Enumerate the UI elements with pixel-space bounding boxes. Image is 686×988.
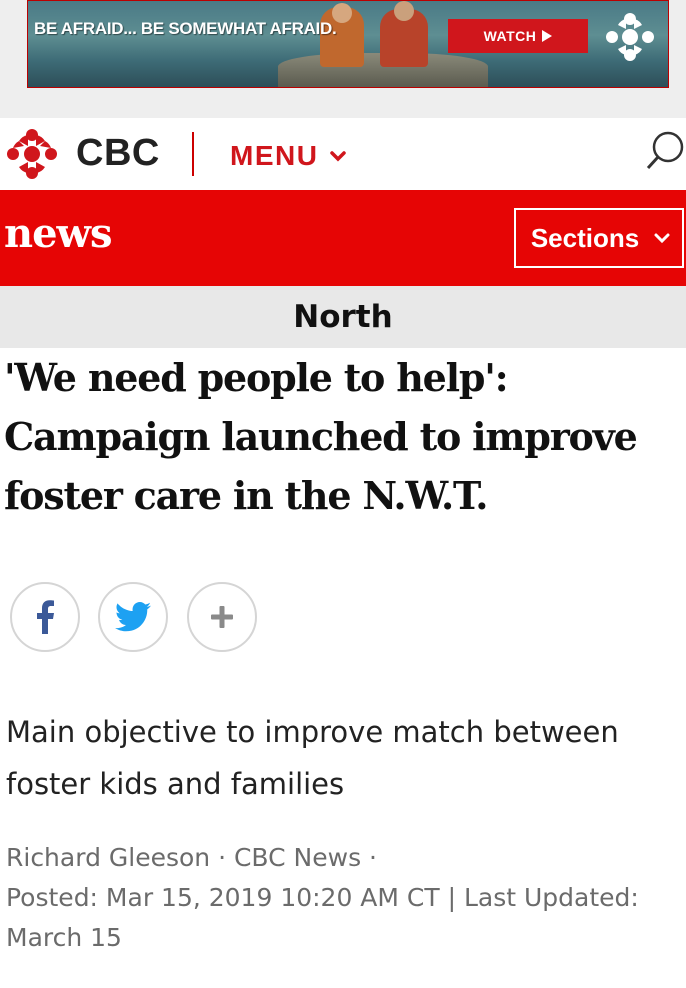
plus-icon xyxy=(211,606,233,628)
header-divider xyxy=(192,132,194,176)
ad-person-2-head xyxy=(394,1,414,21)
share-twitter-button[interactable] xyxy=(98,582,168,652)
facebook-icon xyxy=(37,600,54,634)
headline-line: 'We need people to help': xyxy=(4,355,509,400)
ad-banner-area: BE AFRAID... BE SOMEWHAT AFRAID. WATCH xyxy=(0,0,686,118)
twitter-icon xyxy=(115,602,151,632)
news-wordmark[interactable]: news xyxy=(4,210,112,257)
ad-watch-label: WATCH xyxy=(483,28,537,44)
ad-watch-button[interactable]: WATCH xyxy=(448,19,588,53)
article-byline: Richard Gleeson · CBC News · Posted: Mar… xyxy=(6,838,682,958)
byline-author: Richard Gleeson · CBC News · xyxy=(6,843,377,872)
ad-tagline: BE AFRAID... BE SOMEWHAT AFRAID. xyxy=(34,19,337,38)
byline-posted: Posted: Mar 15, 2019 10:20 AM CT | Last … xyxy=(6,883,639,912)
cbc-gem-logo-icon xyxy=(606,13,654,61)
ad-banner[interactable]: BE AFRAID... BE SOMEWHAT AFRAID. WATCH xyxy=(27,0,669,88)
menu-label: MENU xyxy=(230,140,319,171)
chevron-down-icon xyxy=(654,233,670,244)
menu-button[interactable]: MENU xyxy=(230,136,347,176)
byline-updated: March 15 xyxy=(6,923,122,952)
search-button[interactable] xyxy=(644,130,686,174)
cbc-wordmark[interactable]: CBC xyxy=(76,132,160,175)
site-header: CBC MENU xyxy=(0,118,686,190)
play-triangle-icon xyxy=(542,30,553,42)
sections-label: Sections xyxy=(530,222,640,253)
article-deck: Main objective to improve match between … xyxy=(6,706,676,810)
sections-button[interactable]: Sections xyxy=(514,208,684,268)
news-bar: news Sections xyxy=(0,190,686,286)
share-more-button[interactable] xyxy=(187,582,257,652)
article-headline: 'We need people to help': Campaign launc… xyxy=(4,348,684,525)
deck-line: Main objective to improve match between xyxy=(6,715,619,749)
headline-line: foster care in the N.W.T. xyxy=(4,473,488,518)
deck-line: foster kids and families xyxy=(6,767,345,801)
chevron-down-icon xyxy=(330,151,347,162)
cbc-gem-logo-icon[interactable] xyxy=(6,128,58,180)
section-label[interactable]: North xyxy=(0,286,686,348)
share-facebook-button[interactable] xyxy=(10,582,80,652)
headline-line: Campaign launched to improve xyxy=(4,414,638,459)
search-icon xyxy=(646,131,684,170)
